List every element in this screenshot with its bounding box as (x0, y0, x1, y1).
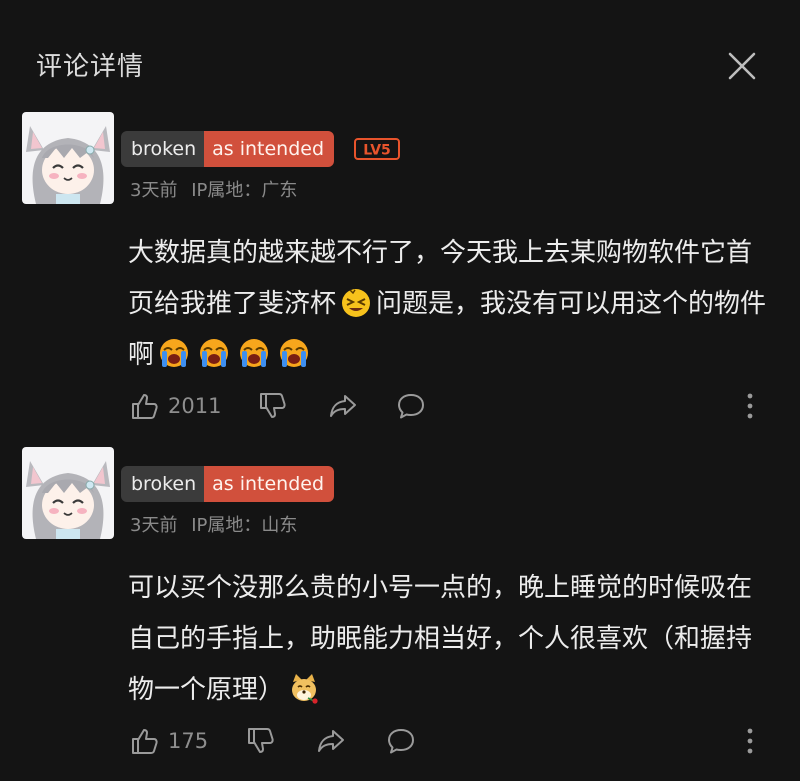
dislike-button[interactable] (258, 390, 288, 422)
like-button[interactable]: 2011 (130, 390, 221, 422)
comment-text-part: 可以买个没那么贵的小号一点的，晚上睡觉的时候吸在自己的手指上，助眠能力相当好，个… (128, 573, 753, 705)
svg-text:LV5: LV5 (363, 143, 391, 159)
like-count: 2011 (168, 394, 222, 418)
username-highlight-part: as intended (204, 131, 335, 167)
thumbs-up-icon (132, 729, 158, 754)
share-icon (318, 730, 344, 752)
reply-button[interactable] (396, 390, 426, 422)
comment-detail-header: 评论详情 (0, 0, 800, 110)
more-options-button[interactable] (738, 390, 762, 422)
dislike-button[interactable] (246, 725, 276, 757)
comment-text: 大数据真的越来越不行了，今天我上去某购物软件它首页给我推了斐济杯 问题是，我没有可… (128, 228, 768, 381)
share-icon (330, 395, 356, 417)
comment-meta: 3天前 IP属地：山东 (130, 511, 297, 537)
ip-location: IP属地：山东 (191, 515, 298, 536)
reply-bubble-icon (398, 394, 424, 419)
reply-button[interactable] (386, 725, 416, 757)
share-button[interactable] (328, 390, 358, 422)
level-badge: LV5 (354, 138, 400, 160)
ip-location: IP属地：广东 (191, 180, 298, 201)
avatar[interactable] (22, 112, 114, 204)
thumbs-down-icon (248, 728, 274, 753)
anime-cat-girl-avatar-image (22, 447, 114, 539)
username-part: broken (121, 131, 205, 167)
comment-actions: 2011 (0, 390, 800, 422)
comment-time: 3天前 (130, 180, 178, 201)
like-count: 175 (168, 729, 209, 753)
share-button[interactable] (316, 725, 346, 757)
username-highlight-part: as intended (204, 466, 335, 502)
comment-actions: 175 (0, 725, 800, 757)
crying-face-emoji-icon (240, 339, 269, 367)
crying-face-emoji-icon (200, 339, 229, 367)
more-vertical-icon (747, 728, 753, 754)
page-title: 评论详情 (36, 52, 145, 82)
user-badge[interactable]: broken as intended (121, 131, 335, 167)
crying-face-emoji-icon (160, 339, 189, 367)
comment-meta: 3天前 IP属地：广东 (130, 176, 297, 202)
avatar[interactable] (22, 447, 114, 539)
reply-bubble-icon (388, 729, 414, 754)
doge-with-rose-emoji-icon (292, 674, 318, 704)
squinting-face-emoji-icon (342, 289, 371, 317)
user-badge[interactable]: broken as intended (121, 466, 335, 502)
comment-text: 可以买个没那么贵的小号一点的，晚上睡觉的时候吸在自己的手指上，助眠能力相当好，个… (128, 563, 768, 716)
comment-time: 3天前 (130, 515, 178, 536)
close-icon (728, 52, 756, 80)
crying-face-emoji-icon (280, 339, 309, 367)
anime-cat-girl-avatar-image (22, 112, 114, 204)
thumbs-down-icon (260, 393, 286, 418)
level-5-icon: LV5 (354, 138, 400, 160)
more-options-button[interactable] (738, 725, 762, 757)
thumbs-up-icon (132, 394, 158, 419)
like-button[interactable]: 175 (130, 725, 208, 757)
more-vertical-icon (747, 393, 753, 419)
close-button[interactable] (724, 48, 760, 84)
username-part: broken (121, 466, 205, 502)
